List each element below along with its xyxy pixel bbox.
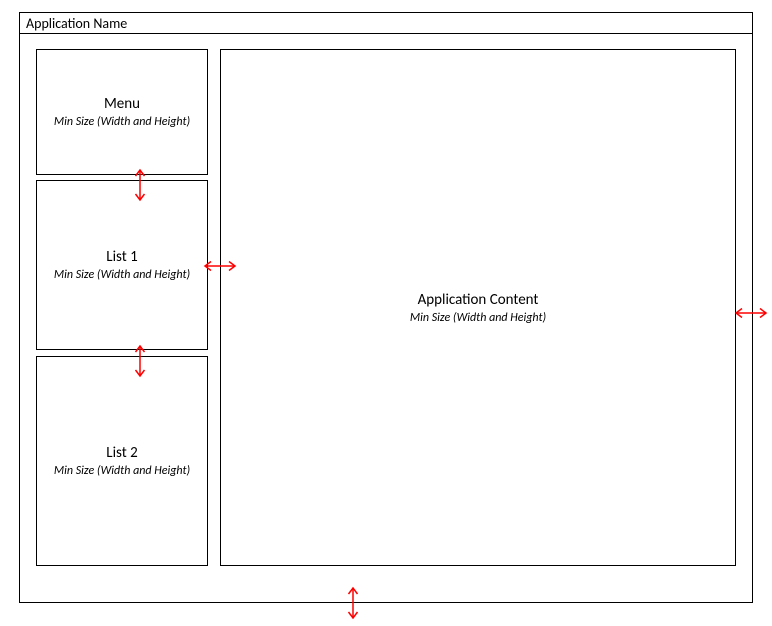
content-title: Application Content (418, 291, 539, 309)
content-panel: Application Content Min Size (Width and … (220, 49, 736, 566)
resize-horizontal-arrow-icon (733, 307, 769, 319)
list1-panel: List 1 Min Size (Width and Height) (36, 180, 208, 350)
menu-panel: Menu Min Size (Width and Height) (36, 49, 208, 175)
resize-vertical-arrow-icon (134, 167, 146, 203)
content-subtitle: Min Size (Width and Height) (410, 311, 546, 325)
resize-vertical-arrow-icon (347, 585, 359, 621)
resize-vertical-arrow-icon (134, 343, 146, 379)
list2-subtitle: Min Size (Width and Height) (54, 464, 190, 478)
list2-panel: List 2 Min Size (Width and Height) (36, 356, 208, 566)
list1-title: List 1 (106, 248, 137, 266)
app-window: Application Name Menu Min Size (Width an… (19, 12, 753, 603)
list2-title: List 2 (106, 444, 137, 462)
window-title: Application Name (26, 15, 127, 32)
menu-title: Menu (104, 95, 140, 113)
menu-subtitle: Min Size (Width and Height) (54, 115, 190, 129)
list1-subtitle: Min Size (Width and Height) (54, 268, 190, 282)
resize-horizontal-arrow-icon (202, 260, 238, 272)
